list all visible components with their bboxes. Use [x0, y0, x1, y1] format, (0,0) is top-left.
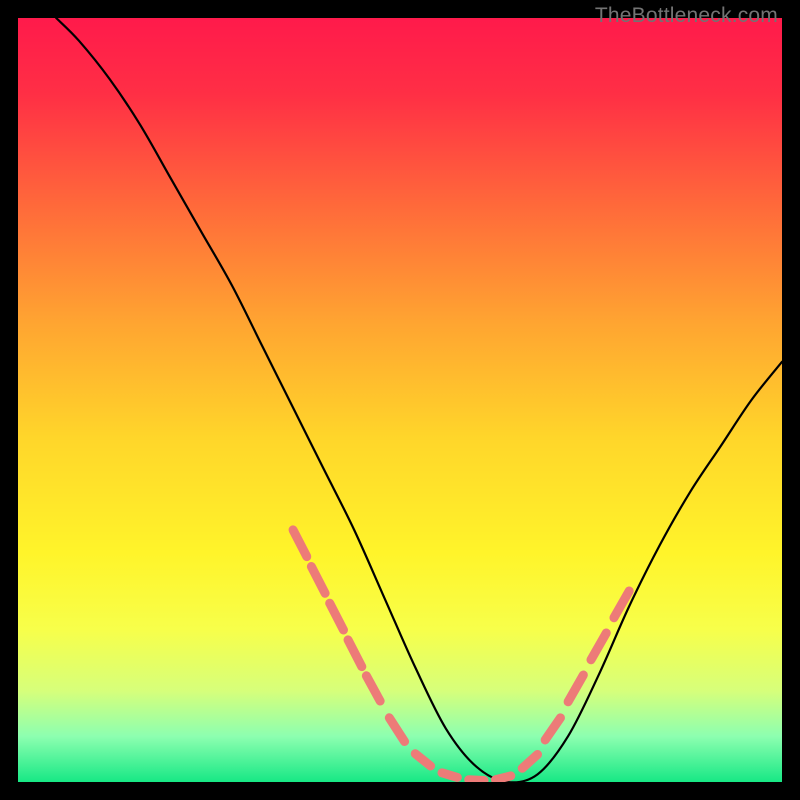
marker-dash	[442, 773, 457, 778]
watermark-text: TheBottleneck.com	[595, 4, 778, 28]
chart-svg	[18, 18, 782, 782]
chart-frame	[18, 18, 782, 782]
marker-dash	[469, 780, 484, 781]
gradient-background	[18, 18, 782, 782]
marker-dash	[496, 776, 511, 780]
